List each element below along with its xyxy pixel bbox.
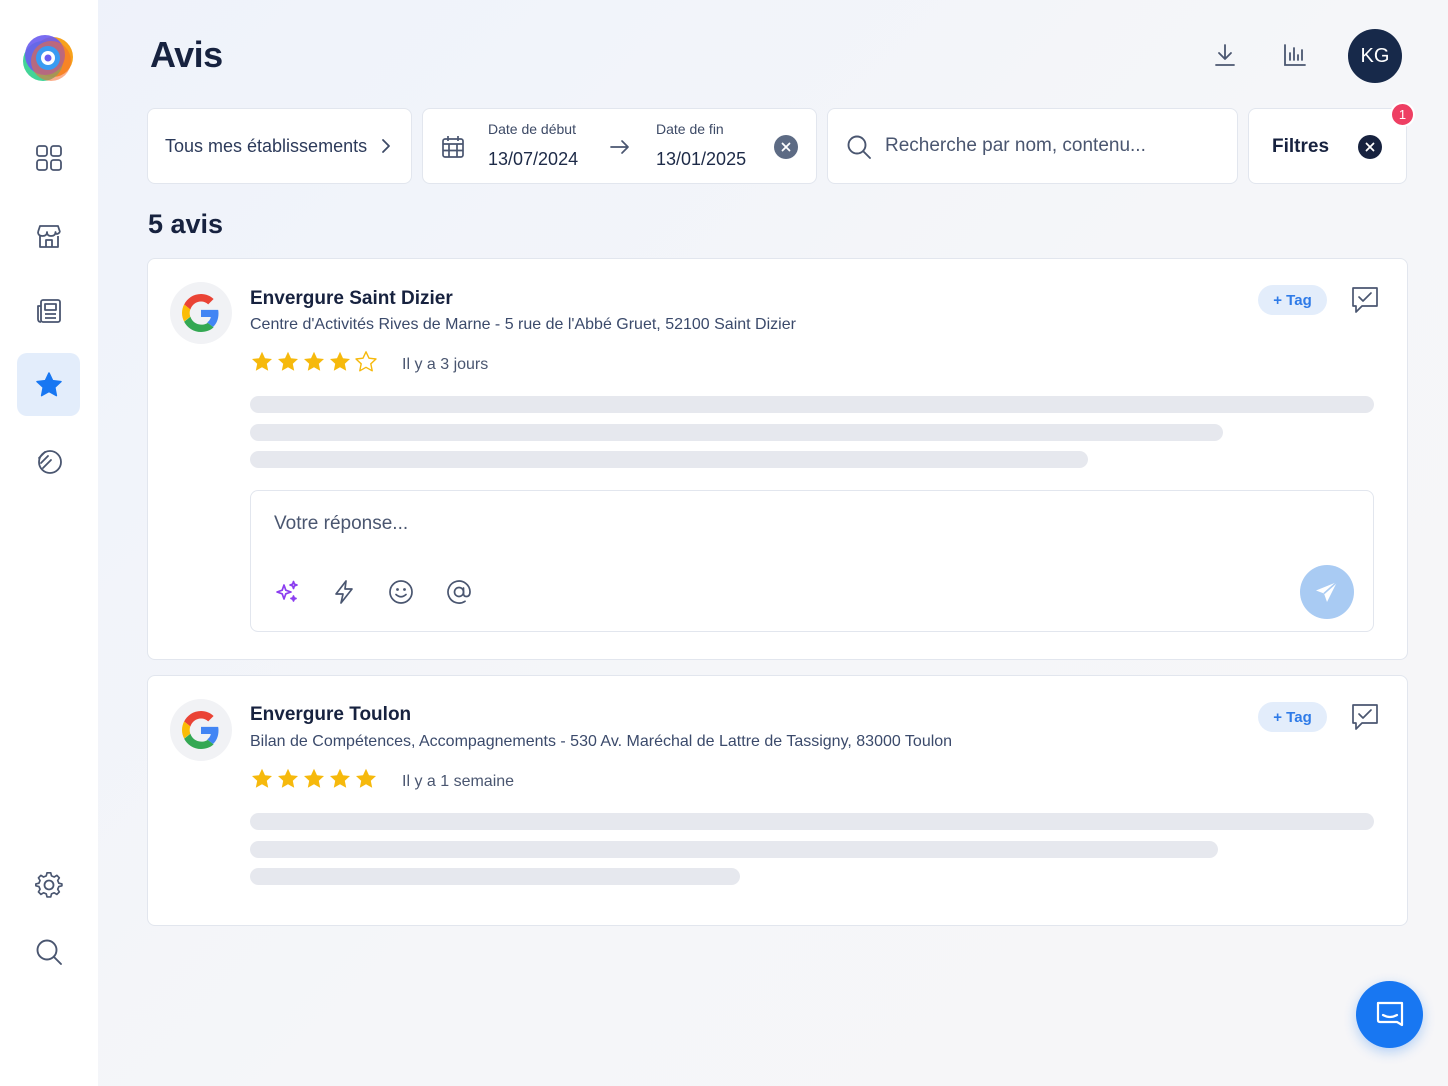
search-icon xyxy=(36,939,62,965)
ai-sparkles-icon[interactable] xyxy=(274,579,300,605)
date-range-picker[interactable]: Date de début 13/07/2024 Date de fin 13/… xyxy=(422,108,817,184)
hands-icon xyxy=(37,449,62,474)
review-card: Envergure Saint Dizier Centre d'Activité… xyxy=(147,258,1408,660)
newspaper-icon xyxy=(36,298,61,323)
end-date-value[interactable]: 13/01/2025 xyxy=(656,149,746,170)
app-logo[interactable] xyxy=(21,31,77,87)
end-date-label: Date de fin xyxy=(656,121,724,137)
review-time: Il y a 1 semaine xyxy=(402,773,515,790)
establishments-selector[interactable]: Tous mes établissements xyxy=(147,108,412,184)
star-filled-icon xyxy=(278,768,298,788)
dashboard-grid-icon xyxy=(35,144,62,171)
search-icon xyxy=(847,135,871,159)
review-text-placeholder xyxy=(250,424,1223,441)
filters-count-badge: 1 xyxy=(1390,102,1415,127)
emoji-icon[interactable] xyxy=(388,579,414,605)
send-reply-button[interactable] xyxy=(1300,565,1354,619)
nav-settings[interactable] xyxy=(17,853,80,916)
reply-input[interactable] xyxy=(274,513,1174,543)
clear-dates-button[interactable] xyxy=(774,135,798,159)
filters-button[interactable]: Filtres xyxy=(1248,108,1407,184)
review-text-placeholder xyxy=(250,868,740,885)
star-icon xyxy=(35,371,62,396)
chart-icon xyxy=(1284,44,1306,66)
add-tag-button[interactable]: + Tag xyxy=(1258,285,1327,315)
chat-check-icon xyxy=(1352,704,1378,730)
start-date-value[interactable]: 13/07/2024 xyxy=(488,149,578,170)
nav-posts[interactable] xyxy=(17,279,80,342)
nav-establishments[interactable] xyxy=(17,204,80,267)
calendar-icon xyxy=(442,136,464,158)
review-establishment-name: Envergure Saint Dizier xyxy=(250,288,453,309)
google-icon xyxy=(182,711,219,749)
establishments-label: Tous mes établissements xyxy=(165,135,368,156)
nav-engagement[interactable] xyxy=(17,429,80,492)
nav-dashboard[interactable] xyxy=(17,126,80,189)
support-chat-button[interactable] xyxy=(1356,981,1423,1048)
chevron-right-icon xyxy=(382,139,390,153)
sidebar xyxy=(0,0,98,1086)
review-text-placeholder xyxy=(250,813,1374,830)
nav-reviews[interactable] xyxy=(17,353,80,416)
star-rating xyxy=(250,767,378,791)
chat-bubble-icon xyxy=(1376,1001,1403,1026)
reviews-count: 5 avis xyxy=(148,209,224,239)
review-time: Il y a 3 jours xyxy=(402,356,489,373)
google-icon xyxy=(182,294,219,332)
search-input[interactable] xyxy=(885,131,1215,161)
search-box[interactable] xyxy=(827,108,1238,184)
star-rating xyxy=(250,350,378,374)
download-button[interactable] xyxy=(1210,40,1240,70)
store-icon xyxy=(36,224,61,248)
star-filled-icon xyxy=(252,768,272,788)
filters-label: Filtres xyxy=(1272,136,1330,157)
user-avatar[interactable]: KG xyxy=(1348,29,1402,83)
review-address: Centre d'Activités Rives de Marne - 5 ru… xyxy=(250,316,796,333)
mark-done-button[interactable] xyxy=(1350,285,1380,315)
star-filled-icon xyxy=(304,768,324,788)
add-tag-button[interactable]: + Tag xyxy=(1258,702,1327,732)
download-icon xyxy=(1215,44,1235,66)
start-date-label: Date de début xyxy=(488,121,576,137)
close-icon xyxy=(1365,142,1375,152)
nav-search[interactable] xyxy=(17,920,80,983)
paper-plane-icon xyxy=(1316,581,1338,602)
page-title: Avis xyxy=(150,34,223,75)
star-filled-icon xyxy=(304,351,324,371)
star-filled-icon xyxy=(330,768,350,788)
star-empty-icon xyxy=(355,351,377,372)
clear-filters-button[interactable] xyxy=(1358,135,1382,159)
star-filled-icon xyxy=(356,768,376,788)
close-icon xyxy=(781,142,791,152)
review-establishment-name: Envergure Toulon xyxy=(250,704,412,725)
review-card: Envergure Toulon Bilan de Compétences, A… xyxy=(147,675,1408,926)
google-avatar xyxy=(170,699,232,761)
reply-box xyxy=(250,490,1374,632)
review-text-placeholder xyxy=(250,451,1088,468)
review-text-placeholder xyxy=(250,841,1218,858)
star-filled-icon xyxy=(330,351,350,371)
settings-gear-icon xyxy=(34,871,63,898)
google-avatar xyxy=(170,282,232,344)
arrow-right-icon xyxy=(610,140,629,154)
review-address: Bilan de Compétences, Accompagnements - … xyxy=(250,733,953,750)
lightning-icon[interactable] xyxy=(331,579,357,605)
stats-button[interactable] xyxy=(1280,40,1310,70)
star-filled-icon xyxy=(278,351,298,371)
review-text-placeholder xyxy=(250,396,1374,413)
mention-icon[interactable] xyxy=(446,579,472,605)
mark-done-button[interactable] xyxy=(1350,702,1380,732)
chat-check-icon xyxy=(1352,287,1378,313)
star-filled-icon xyxy=(252,351,272,371)
